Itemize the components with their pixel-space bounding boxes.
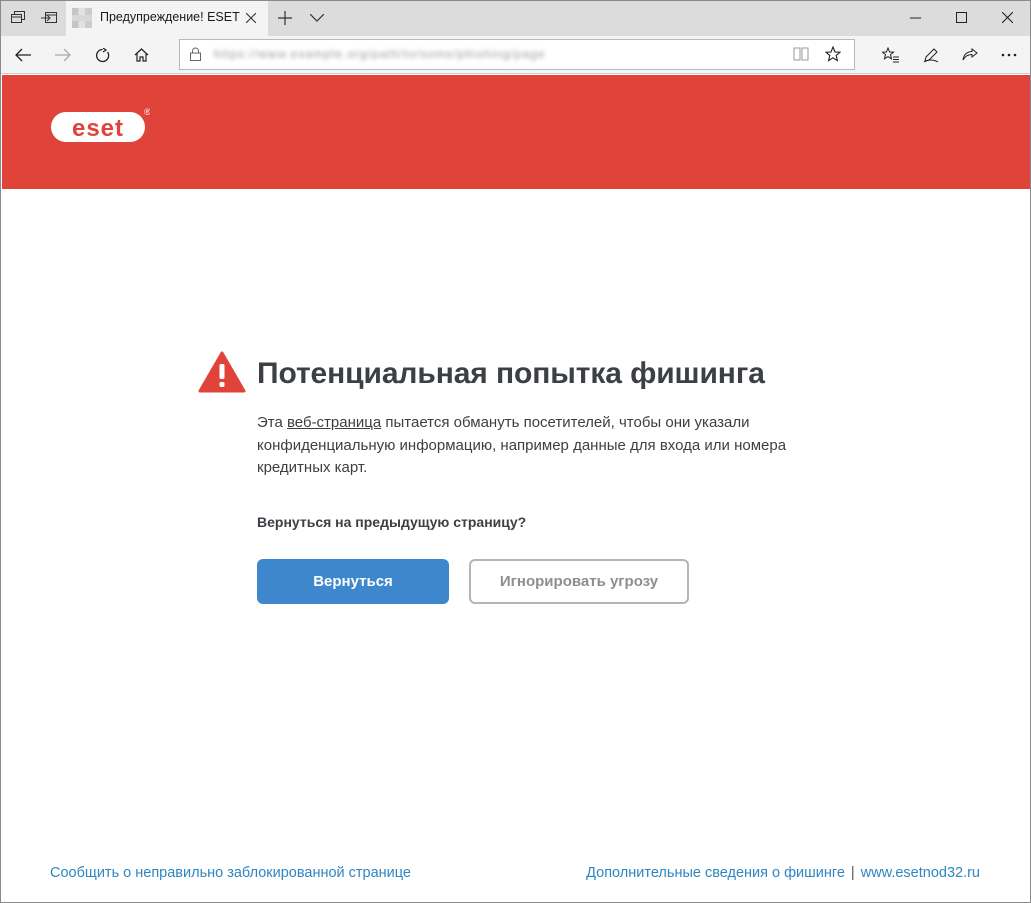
go-back-button[interactable]: Вернуться [257,559,449,604]
warning-description: Эта веб-страница пытается обмануть посет… [257,412,837,480]
set-tabs-aside-icon[interactable] [36,5,62,31]
ignore-threat-button[interactable]: Игнорировать угрозу [469,559,689,604]
lock-icon[interactable] [190,47,201,66]
header-banner: eset ® [2,75,1030,189]
eset-site-link[interactable]: www.esetnod32.ru [861,865,980,881]
report-misblocked-link[interactable]: Сообщить о неправильно заблокированной с… [50,865,411,881]
phishing-info-link[interactable]: Дополнительные сведения о фишинге [586,865,845,881]
more-options-icon[interactable] [995,41,1023,69]
favicon-icon [72,8,92,28]
share-icon[interactable] [956,41,984,69]
new-tab-icon[interactable] [272,5,298,31]
favorite-star-icon[interactable] [824,45,842,67]
footer-separator: | [850,865,855,881]
web-note-pen-icon[interactable] [917,41,945,69]
go-back-question: Вернуться на предыдущую страницу? [257,514,527,530]
footer-links: Дополнительные сведения о фишинге | www.es… [586,865,980,881]
address-bar[interactable]: https://www.example.org/path/to/some/phi… [179,39,855,70]
minimize-icon[interactable] [892,1,938,34]
active-tab[interactable]: Предупреждение! ESET [66,1,268,36]
browser-window: Предупреждение! ESET https://www.example… [0,0,1031,903]
url-text: https://www.example.org/path/to/some/phi… [214,47,544,61]
home-icon[interactable] [127,41,155,69]
maximize-icon[interactable] [938,1,984,34]
forward-arrow-icon[interactable] [49,41,77,69]
page-title: Потенциальная попытка фишинга [257,357,765,390]
tab-previews-chevron-icon[interactable] [304,5,330,31]
web-page-link[interactable]: веб-страница [287,414,381,431]
reading-view-icon[interactable] [793,47,809,66]
warning-triangle-icon [198,351,246,393]
back-arrow-icon[interactable] [9,41,37,69]
refresh-icon[interactable] [88,41,116,69]
close-window-icon[interactable] [984,1,1030,34]
tab-title: Предупреждение! ESET [100,10,240,24]
logo-text: eset [72,115,124,142]
close-tab-icon[interactable] [242,9,260,27]
description-prefix: Эта [257,414,287,431]
tab-strip: Предупреждение! ESET [1,1,1030,36]
navigation-bar: https://www.example.org/path/to/some/phi… [1,36,1030,74]
eset-logo: eset ® [51,107,150,142]
favorites-hub-icon[interactable] [877,41,905,69]
registered-mark: ® [144,107,150,117]
tab-manager-icon[interactable] [5,5,31,31]
